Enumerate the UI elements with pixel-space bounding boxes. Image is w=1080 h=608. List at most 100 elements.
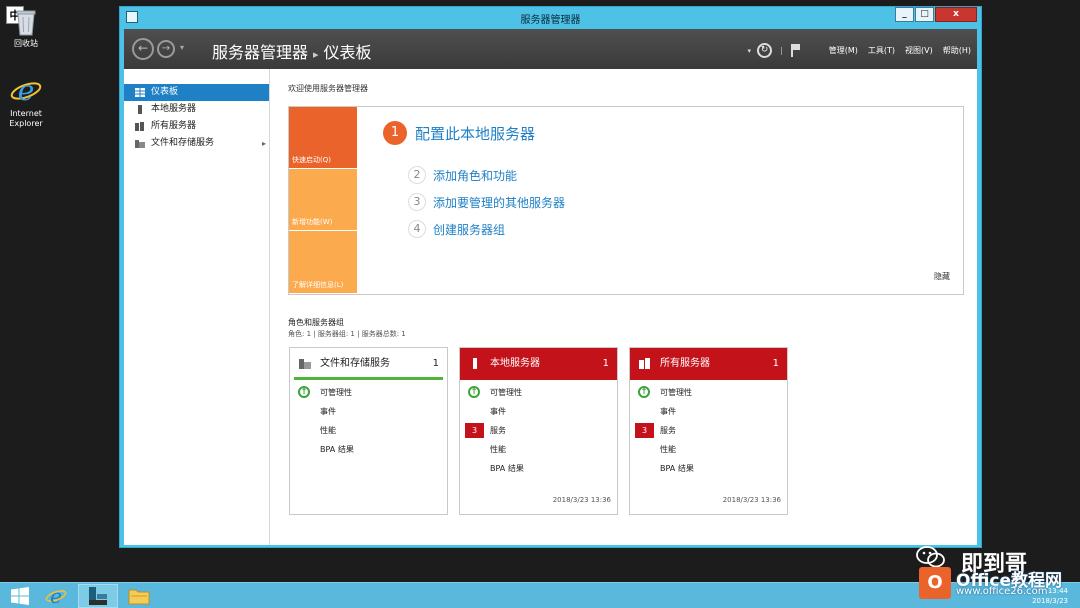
step-configure-local-server[interactable]: 1 配置此本地服务器 [383, 121, 535, 145]
sidebar-item-local-server[interactable]: 本地服务器 [124, 101, 269, 118]
sidebar-item-file-storage[interactable]: 文件和存储服务 ▸ [124, 135, 269, 152]
refresh-icon[interactable]: ↻ [757, 43, 773, 58]
row-label: 服务 [490, 426, 506, 435]
tab-label: 快速启动(Q) [292, 156, 331, 164]
step-link[interactable]: 添加角色和功能 [433, 167, 517, 184]
tile-row-bpa[interactable]: BPA 结果 [630, 459, 787, 478]
forward-button[interactable]: → [157, 40, 175, 58]
refresh-dropdown[interactable]: ▾ [748, 47, 752, 55]
taskbar-file-explorer[interactable] [119, 584, 159, 608]
hide-link[interactable]: 隐藏 [934, 271, 950, 282]
chevron-right-icon[interactable]: ▸ [262, 135, 266, 152]
sidebar-item-dashboard[interactable]: 仪表板 [124, 84, 269, 101]
breadcrumb-root[interactable]: 服务器管理器 [212, 43, 308, 62]
tile-header[interactable]: 所有服务器 1 [630, 348, 787, 380]
menu-tools[interactable]: 工具(T) [868, 45, 895, 56]
welcome-heading: 欢迎使用服务器管理器 [288, 84, 368, 93]
toolbar-divider: | [780, 46, 783, 55]
tile-all-servers[interactable]: 所有服务器 1 ↑ 可管理性 事件 3 服务 性能 BPA 结果 2018/3/23… [629, 347, 788, 515]
sidebar-item-label: 所有服务器 [151, 121, 197, 131]
desktop-icon-recycle-bin[interactable]: 回收站 [0, 8, 52, 49]
menu-manage[interactable]: 管理(M) [829, 45, 858, 56]
desktop-icon-internet-explorer[interactable]: e Internet Explorer [0, 76, 52, 129]
title-bar[interactable]: 服务器管理器 _ □ x [120, 7, 981, 29]
row-label: 可管理性 [660, 388, 692, 397]
menu-view[interactable]: 视图(V) [905, 45, 933, 56]
breadcrumb-current: 仪表板 [323, 43, 372, 62]
server-icon [473, 358, 477, 369]
taskbar-server-manager[interactable] [78, 584, 118, 608]
sidebar-item-label: 仪表板 [151, 87, 179, 97]
tile-row-manageability[interactable]: ↑ 可管理性 [290, 383, 447, 402]
maximize-button[interactable]: □ [915, 7, 934, 22]
ok-arrow-icon: ↑ [638, 386, 650, 398]
roles-summary: 角色: 1 | 服务器组: 1 | 服务器总数: 1 [288, 330, 406, 338]
tile-row-services[interactable]: 3 服务 [460, 421, 617, 440]
tab-whats-new[interactable]: 新增功能(W) [289, 169, 357, 231]
tile-title: 本地服务器 [490, 358, 540, 369]
alert-count-badge: 3 [635, 423, 654, 438]
desktop-icon-label: 回收站 [14, 39, 38, 48]
row-label: 事件 [660, 407, 676, 416]
recycle-bin-icon [16, 10, 36, 36]
notifications-flag-icon[interactable] [790, 44, 801, 57]
dashboard-icon [135, 88, 145, 97]
tab-label: 了解详细信息(L) [292, 281, 344, 289]
row-label: 事件 [320, 407, 336, 416]
row-label: 可管理性 [320, 388, 352, 397]
tile-header[interactable]: 文件和存储服务 1 [294, 348, 443, 380]
tile-local-server[interactable]: 本地服务器 1 ↑ 可管理性 事件 3 服务 性能 BPA 结果 2018/3/23… [459, 347, 618, 515]
tile-row-events[interactable]: 事件 [290, 402, 447, 421]
dashboard-content: 欢迎使用服务器管理器 快速启动(Q) 新增功能(W) 了解详细信息(L) 1 配… [271, 69, 977, 545]
window-client-area: ← → ▾ 服务器管理器 ▸ 仪表板 ▾ ↻ | 管理(M) 工具(T) 视图(V)… [124, 29, 977, 545]
toolbar-right: ▾ ↻ | 管理(M) 工具(T) 视图(V) 帮助(H) [748, 43, 971, 58]
start-button[interactable] [0, 584, 40, 608]
window-controls: _ □ x [894, 7, 977, 23]
ok-arrow-icon: ↑ [298, 386, 310, 398]
tile-row-services[interactable]: 3 服务 [630, 421, 787, 440]
tile-timestamp: 2018/3/23 13:36 [722, 496, 781, 504]
sidebar-item-label: 文件和存储服务 [151, 138, 215, 148]
tab-quick-start[interactable]: 快速启动(Q) [289, 107, 357, 169]
tile-row-performance[interactable]: 性能 [290, 421, 447, 440]
tile-row-manageability[interactable]: ↑ 可管理性 [630, 383, 787, 402]
back-button[interactable]: ← [132, 38, 154, 60]
menu-help[interactable]: 帮助(H) [943, 45, 971, 56]
tab-learn-more[interactable]: 了解详细信息(L) [289, 231, 357, 293]
tile-row-bpa[interactable]: BPA 结果 [460, 459, 617, 478]
step-link[interactable]: 创建服务器组 [433, 221, 505, 238]
sidebar-item-label: 本地服务器 [151, 104, 197, 114]
tile-row-performance[interactable]: 性能 [630, 440, 787, 459]
step-add-other-servers[interactable]: 3 添加要管理的其他服务器 [408, 193, 565, 211]
row-label: 性能 [490, 445, 506, 454]
step-add-roles-features[interactable]: 2 添加角色和功能 [408, 166, 517, 184]
toolbar: ← → ▾ 服务器管理器 ▸ 仪表板 ▾ ↻ | 管理(M) 工具(T) 视图(V)… [124, 29, 977, 69]
office-logo-icon: O [919, 567, 951, 599]
history-dropdown[interactable]: ▾ [180, 43, 184, 52]
step-link[interactable]: 配置此本地服务器 [415, 123, 535, 144]
tile-row-bpa[interactable]: BPA 结果 [290, 440, 447, 459]
close-button[interactable]: x [935, 7, 977, 22]
tile-row-performance[interactable]: 性能 [460, 440, 617, 459]
minimize-button[interactable]: _ [895, 7, 914, 22]
watermark-url: www.office26.com [956, 586, 1048, 597]
step-create-server-group[interactable]: 4 创建服务器组 [408, 220, 505, 238]
sidebar-item-all-servers[interactable]: 所有服务器 [124, 118, 269, 135]
row-label: BPA 结果 [320, 445, 354, 454]
tile-timestamp: 2018/3/23 13:36 [552, 496, 611, 504]
tile-file-storage-services[interactable]: 文件和存储服务 1 ↑ 可管理性 事件 性能 BPA 结果 [289, 347, 448, 515]
svg-text:e: e [18, 76, 35, 106]
tile-header[interactable]: 本地服务器 1 [460, 348, 617, 380]
row-label: 性能 [320, 426, 336, 435]
tile-row-events[interactable]: 事件 [460, 402, 617, 421]
taskbar-internet-explorer[interactable]: e [36, 584, 76, 608]
step-number: 3 [408, 193, 426, 211]
tile-row-manageability[interactable]: ↑ 可管理性 [460, 383, 617, 402]
servers-icon [639, 358, 650, 369]
sidebar: 仪表板 本地服务器 所有服务器 文件和存储服务 ▸ [124, 69, 270, 545]
step-link[interactable]: 添加要管理的其他服务器 [433, 194, 565, 211]
internet-explorer-icon: e [45, 584, 67, 608]
tile-row-events[interactable]: 事件 [630, 402, 787, 421]
row-label: BPA 结果 [660, 464, 694, 473]
breadcrumb-separator: ▸ [313, 48, 319, 61]
